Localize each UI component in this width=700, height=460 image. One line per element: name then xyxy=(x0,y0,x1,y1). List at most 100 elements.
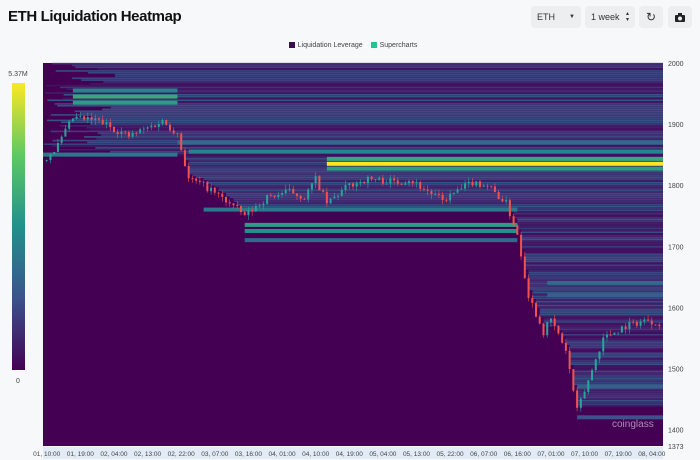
x-tick-label: 02, 04:00 xyxy=(100,451,127,458)
heat-line xyxy=(577,394,663,397)
heat-line xyxy=(569,363,663,365)
y-tick-label: 1373 xyxy=(668,444,684,451)
candle-body xyxy=(232,203,235,206)
candle-body xyxy=(165,119,168,125)
candle-body xyxy=(617,332,620,334)
x-tick-label: 02, 22:00 xyxy=(168,451,195,458)
heat-line xyxy=(521,242,663,244)
candle-body xyxy=(587,380,590,392)
x-tick-label: 01, 10:00 xyxy=(33,451,60,458)
candle-body xyxy=(654,324,657,326)
candle-body xyxy=(411,181,414,184)
candle-body xyxy=(135,132,138,134)
heat-line xyxy=(569,350,663,353)
heat-line xyxy=(521,244,663,246)
heat-line xyxy=(569,354,663,356)
candle-body xyxy=(202,181,205,183)
heat-line xyxy=(524,262,663,265)
candle-body xyxy=(239,206,242,213)
heat-line xyxy=(524,264,663,266)
candle-body xyxy=(112,126,115,133)
heat-line xyxy=(517,227,663,230)
heat-line xyxy=(188,170,663,173)
candle-body xyxy=(396,180,399,184)
heat-line xyxy=(75,66,664,69)
candle-body xyxy=(553,318,556,326)
candle-body xyxy=(198,180,201,182)
heat-line xyxy=(90,82,664,85)
liquidation-band xyxy=(244,222,518,227)
x-tick-label: 05, 13:00 xyxy=(403,451,430,458)
candle-body xyxy=(94,118,97,121)
heat-line xyxy=(188,172,663,175)
heat-line xyxy=(532,297,663,299)
liquidation-band xyxy=(72,88,178,93)
heat-line xyxy=(524,260,663,263)
heat-line xyxy=(577,389,663,391)
candle-body xyxy=(157,123,160,127)
candle-body xyxy=(591,370,594,381)
heat-line xyxy=(536,299,663,301)
y-axis: 2000 1900 1800 1700 1600 1500 1400 1373 xyxy=(668,61,684,451)
candle-body xyxy=(337,195,340,197)
heat-line xyxy=(573,372,663,375)
candle-body xyxy=(355,183,358,187)
candle-body xyxy=(605,334,608,338)
heat-line xyxy=(50,130,663,133)
heat-line xyxy=(57,104,663,107)
candle-body xyxy=(647,319,650,321)
candle-body xyxy=(501,198,504,202)
x-tick-label: 01, 19:00 xyxy=(67,451,94,458)
heat-line xyxy=(110,106,664,109)
liquidation-band xyxy=(547,280,663,285)
candle-body xyxy=(213,187,216,193)
heat-line xyxy=(569,346,663,349)
heat-line xyxy=(569,356,663,358)
heat-line xyxy=(521,231,663,234)
candle-body xyxy=(643,319,646,322)
heat-line xyxy=(46,119,663,122)
candle-body xyxy=(56,143,59,153)
heat-line xyxy=(226,194,663,197)
candle-body xyxy=(322,190,325,192)
heat-line xyxy=(196,176,664,179)
candle-body xyxy=(329,198,332,204)
heat-line xyxy=(107,95,663,98)
candle-body xyxy=(486,185,489,187)
heat-line xyxy=(59,86,664,89)
heat-line xyxy=(226,192,663,195)
candle-body xyxy=(68,121,71,129)
heat-line xyxy=(237,203,664,206)
candle-body xyxy=(467,181,470,184)
candle-body xyxy=(389,178,392,184)
candle-body xyxy=(370,176,373,180)
heat-line xyxy=(528,271,663,274)
heat-line xyxy=(532,290,663,292)
candle-body xyxy=(572,369,575,391)
liquidation-band xyxy=(326,166,663,171)
candle-body xyxy=(460,188,463,190)
candle-body xyxy=(228,202,231,204)
heat-line xyxy=(52,62,664,65)
candle-body xyxy=(549,318,552,323)
candle-body xyxy=(475,181,478,186)
heatmap-chart: 5.37M 0 2000 1900 1800 1700 1600 1500 1400 1373… xyxy=(8,61,684,459)
heat-line xyxy=(524,258,663,261)
candle-body xyxy=(482,185,485,187)
candle-body xyxy=(221,193,224,197)
candle-body xyxy=(258,205,261,207)
heat-line xyxy=(573,374,663,376)
heat-line xyxy=(513,213,663,215)
candle-body xyxy=(71,118,74,122)
candle-body xyxy=(310,183,313,190)
heat-line xyxy=(539,315,663,318)
candle-body xyxy=(105,122,108,125)
candle-body xyxy=(295,193,298,196)
candle-body xyxy=(127,132,130,137)
y-tick-label: 1400 xyxy=(668,428,684,435)
heat-line xyxy=(71,77,663,80)
candle-body xyxy=(307,189,310,200)
candle-body xyxy=(154,125,157,127)
candle-body xyxy=(210,187,213,192)
candle-body xyxy=(60,136,63,144)
